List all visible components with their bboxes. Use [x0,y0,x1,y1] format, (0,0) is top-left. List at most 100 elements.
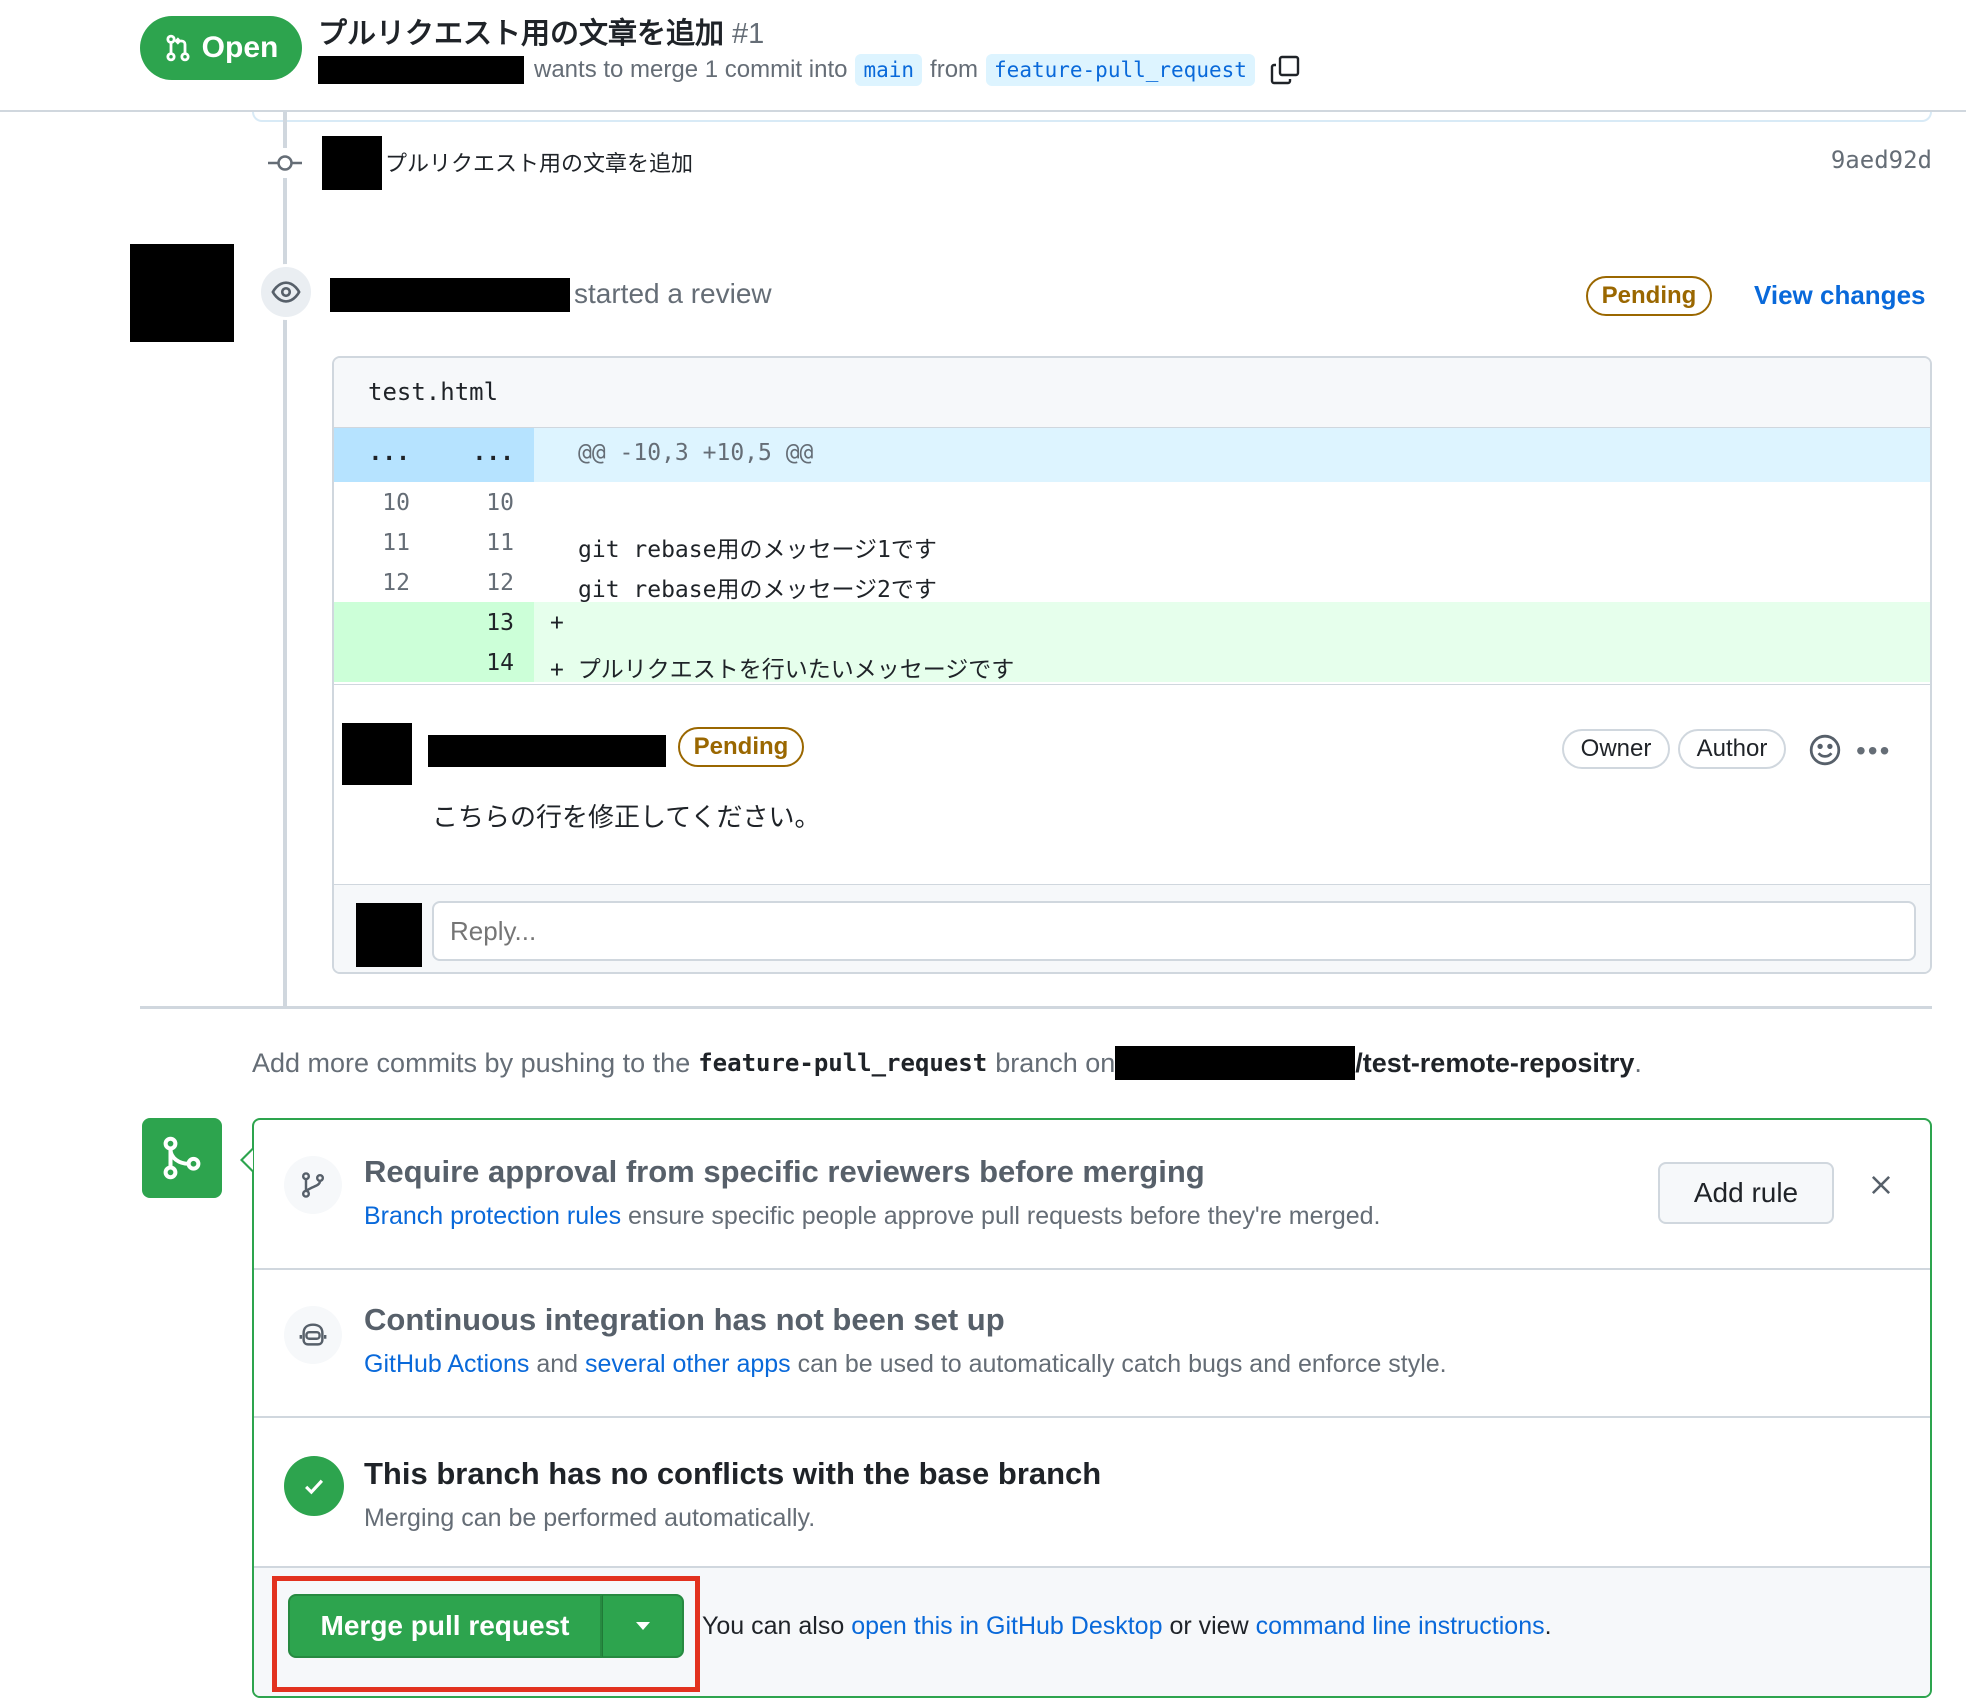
diff-file-name[interactable]: test.html [368,378,498,406]
hunk-new-expander[interactable]: ... [434,440,534,466]
reply-user-avatar [356,903,422,967]
branch-icon-circle [284,1156,342,1214]
merge-note-prefix: You can also [702,1612,845,1640]
pr-number: #1 [732,18,765,50]
merge-note-suffix: . [1544,1612,1552,1640]
old-line-number[interactable]: 11 [334,530,434,556]
github-desktop-link[interactable]: open this in GitHub Desktop [851,1612,1162,1640]
merge-method-dropdown[interactable] [602,1594,684,1658]
merge-text: wants to merge 1 commit into [534,56,848,83]
hunk-header: @@ -10,3 +10,5 @@ [578,440,814,466]
more-commits-middle: branch on [995,1047,1116,1078]
commit-icon [268,148,302,178]
protection-desc-text: ensure specific people approve pull requ… [628,1202,1381,1230]
old-line-number[interactable]: 10 [334,490,434,516]
protection-description: Branch protection rules ensure specific … [364,1202,1381,1231]
diff-file-header: test.html [334,358,1930,428]
diff-line-code: git rebase用のメッセージ1です [578,537,937,563]
reviewer-avatar[interactable] [130,244,234,342]
diff-line-code: git rebase用のメッセージ2です [578,577,937,603]
close-icon[interactable] [1868,1172,1894,1198]
diff-line-added: 13 + [334,602,1930,642]
comment-author-avatar[interactable] [342,723,412,785]
diff-line-code: + プルリクエストを行いたいメッセージです [550,657,1015,683]
reply-area [334,884,1930,972]
merge-pull-request-button[interactable]: Merge pull request [288,1594,602,1658]
diff-line: 12 12 git rebase用のメッセージ2です [334,562,1930,603]
pr-title: プルリクエスト用の文章を追加 #1 [318,10,764,52]
pull-request-icon [166,34,190,62]
ci-and-text: and [536,1350,579,1378]
command-line-instructions-link[interactable]: command line instructions [1256,1612,1545,1640]
comment-pending-badge: Pending [678,727,804,767]
git-branch-icon [301,1172,325,1198]
merge-box-pointer-inner [243,1150,253,1170]
copy-icon[interactable] [1269,54,1301,86]
diff-hunk-row[interactable]: ... ... @@ -10,3 +10,5 @@ [334,428,1930,482]
ci-desc-text: can be used to automatically catch bugs … [797,1350,1447,1378]
pr-state-badge: Open [140,16,302,80]
redacted-repo-owner[interactable] [1115,1046,1356,1080]
from-text: from [930,56,979,83]
new-line-number[interactable]: 12 [434,570,534,596]
merge-status-icon-box [142,1118,222,1198]
more-commits-branch: feature-pull_request [698,1049,988,1077]
eye-icon [271,281,301,303]
pr-merge-summary: wants to merge 1 commit into main from f… [318,50,1301,90]
more-commits-suffix: . [1634,1047,1642,1078]
github-actions-link[interactable]: GitHub Actions [364,1350,529,1378]
redacted-reviewer-name[interactable] [330,278,570,312]
kebab-horizontal-icon[interactable]: ••• [1856,735,1891,767]
review-pending-badge: Pending [1586,276,1712,316]
repo-name-link[interactable]: /test-remote-repositry [1355,1048,1634,1079]
section-divider [140,1006,1932,1009]
merge-alternatives-note: You can also open this in GitHub Desktop… [702,1612,1552,1641]
new-line-number[interactable]: 10 [434,490,534,516]
conflicts-description: Merging can be performed automatically. [364,1504,816,1532]
review-action-text: started a review [574,278,772,309]
ci-title: Continuous integration has not been set … [364,1302,1005,1337]
timeline-line [283,112,287,1007]
ci-description: GitHub Actions and several other apps ca… [364,1350,1447,1379]
pr-header: Open プルリクエスト用の文章を追加 #1 wants to merge 1 c… [0,0,1966,112]
new-line-number[interactable]: 11 [434,530,534,556]
add-rule-button[interactable]: Add rule [1658,1162,1834,1224]
diff-line: 11 11 git rebase用のメッセージ1です [334,522,1930,563]
robot-icon [299,1323,327,1346]
protection-title: Require approval from specific reviewers… [364,1154,1205,1189]
redacted-comment-author[interactable] [428,735,666,767]
view-changes-link[interactable]: View changes [1754,280,1926,311]
review-eye-badge [258,264,314,320]
reply-input[interactable] [432,901,1916,961]
review-comment: Pending Owner Author ••• こちらの行を修正してください。 [334,684,1930,884]
new-line-number[interactable]: 14 [434,650,534,676]
review-diff-box: test.html ... ... @@ -10,3 +10,5 @@ 10 1… [332,356,1932,974]
hunk-old-expander[interactable]: ... [334,440,434,466]
pr-state-label: Open [201,31,279,64]
merge-note-or-view: or view [1169,1612,1249,1640]
conflicts-section: This branch has no conflicts with the ba… [254,1418,1930,1568]
ci-section: Continuous integration has not been set … [254,1270,1930,1418]
triangle-down-icon [635,1622,650,1630]
diff-line: 10 10 [334,482,1930,522]
head-branch[interactable]: feature-pull_request [986,54,1255,86]
base-branch[interactable]: main [855,54,923,86]
diff-line-code: + [550,610,564,636]
comment-body: こちらの行を修正してください。 [432,802,821,832]
commit-message[interactable]: プルリクエスト用の文章を追加 [385,146,693,178]
commit-sha[interactable]: 9aed92d [1831,146,1932,174]
conflicts-title: This branch has no conflicts with the ba… [364,1456,1102,1491]
new-line-number[interactable]: 13 [434,610,534,636]
branch-protection-rules-link[interactable]: Branch protection rules [364,1202,621,1230]
smiley-icon[interactable] [1808,733,1842,767]
commit-author-avatar[interactable] [322,136,382,190]
old-line-number[interactable]: 12 [334,570,434,596]
more-commits-hint: Add more commits by pushing to the featu… [252,1046,1642,1080]
owner-badge: Owner [1562,729,1670,769]
other-apps-link[interactable]: several other apps [585,1350,791,1378]
merge-box: Require approval from specific reviewers… [252,1118,1932,1698]
ci-icon-circle [284,1306,342,1364]
git-merge-icon [163,1136,201,1180]
redacted-author [318,56,524,84]
diff-line-added: 14 + プルリクエストを行いたいメッセージです [334,642,1930,683]
